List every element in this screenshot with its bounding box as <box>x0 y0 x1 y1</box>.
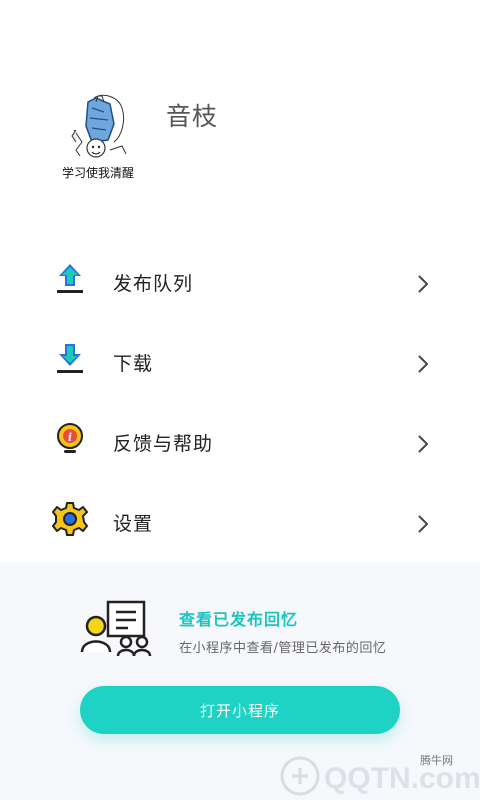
menu-item-label: 设置 <box>113 513 154 535</box>
promo-subtitle: 在小程序中查看/管理已发布的回忆 <box>179 641 387 656</box>
menu-item-publish-queue[interactable]: 发布队列 <box>0 243 480 323</box>
watermark-logo-text: QQTN.com <box>324 762 480 795</box>
watermark-logo: QQTN.com <box>270 740 480 800</box>
menu-item-settings[interactable]: 设置 <box>0 483 480 563</box>
chevron-right-icon <box>413 272 433 296</box>
avatar-caption: 学习使我清醒 <box>61 166 134 180</box>
menu-item-label: 反馈与帮助 <box>113 433 214 455</box>
open-mini-program-button[interactable]: 打开小程序 <box>80 686 400 734</box>
menu-list: 发布队列 下载 i 反馈与帮助 设置 <box>0 243 480 563</box>
gear-icon <box>52 501 88 537</box>
chevron-right-icon <box>413 512 433 536</box>
download-icon <box>52 341 88 377</box>
username[interactable]: 音枝 <box>166 97 218 133</box>
menu-item-feedback-help[interactable]: i 反馈与帮助 <box>0 403 480 483</box>
menu-item-label: 发布队列 <box>113 273 194 295</box>
menu-item-label: 下载 <box>113 353 154 375</box>
watermark-site: 腾牛网 <box>420 754 453 767</box>
promo-title: 查看已发布回忆 <box>179 610 299 629</box>
menu-item-download[interactable]: 下载 <box>0 323 480 403</box>
upload-icon <box>52 261 88 297</box>
people-document-icon <box>78 600 158 660</box>
help-bulb-icon: i <box>52 421 88 457</box>
chevron-right-icon <box>413 432 433 456</box>
svg-text:i: i <box>68 431 72 444</box>
chevron-right-icon <box>413 352 433 376</box>
profile-header: 学习使我清醒 音枝 <box>0 0 480 220</box>
